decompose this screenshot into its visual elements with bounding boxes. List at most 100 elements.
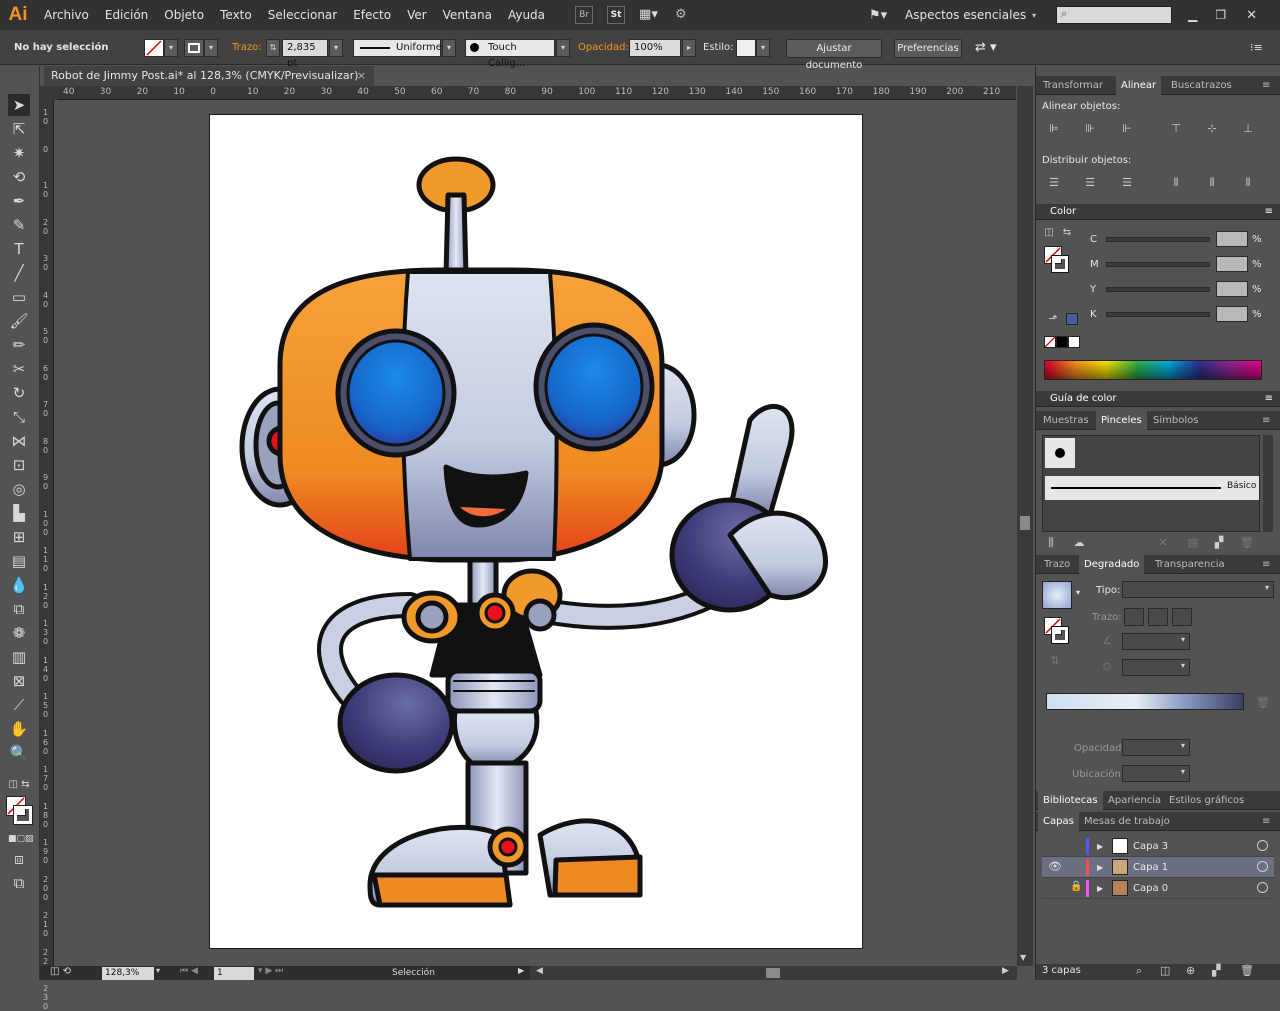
pencil-tool-icon[interactable]: ✏ xyxy=(8,334,30,356)
gradient-type-select[interactable]: ▾ xyxy=(1122,581,1274,598)
shape-builder-tool-icon[interactable]: ◎ xyxy=(8,478,30,500)
gpu-performance-icon[interactable]: ⚙ xyxy=(675,6,699,24)
zoom-input[interactable]: 128,3% xyxy=(102,967,154,980)
tab-mesas-de-trabajo[interactable]: Mesas de trabajo xyxy=(1084,812,1170,831)
calligraphic-brush-thumb[interactable] xyxy=(1045,438,1075,468)
vertical-scrollbar[interactable]: ▼ xyxy=(1017,86,1033,966)
brush-definition[interactable]: Touch Callig... xyxy=(465,39,555,69)
tab-trazo[interactable]: Trazo xyxy=(1044,555,1070,574)
layer-target-icon[interactable] xyxy=(1257,861,1268,872)
distribute-top-icon[interactable]: ☰ xyxy=(1047,176,1061,190)
lock-icon[interactable]: 🔒 xyxy=(1070,881,1082,892)
tab-transparencia[interactable]: Transparencia xyxy=(1155,555,1225,574)
preferences-button[interactable]: Preferencias xyxy=(894,39,962,58)
stroke-color-icon[interactable] xyxy=(13,805,33,825)
profile-dropdown[interactable]: ▾ xyxy=(442,39,456,57)
opacity-label[interactable]: Opacidad: xyxy=(578,30,629,65)
fill-swatch[interactable] xyxy=(144,39,164,57)
gradient-stroke-along-button[interactable] xyxy=(1148,608,1168,626)
status-menu-icon[interactable]: ▶ xyxy=(518,966,524,975)
status-icons[interactable]: ◫ ⟲ xyxy=(50,966,71,977)
gradient-opacity-input[interactable]: ▾ xyxy=(1122,739,1190,756)
paintbrush-tool-icon[interactable]: 🖌 xyxy=(8,310,30,332)
scroll-left-icon[interactable]: ◀ xyxy=(536,966,543,976)
hand-tool-icon[interactable]: ✋ xyxy=(8,718,30,740)
brush-libraries-icon[interactable]: ⫼ xyxy=(1044,536,1058,550)
gradient-angle-input[interactable]: ▾ xyxy=(1122,633,1190,650)
layer-row[interactable]: ▶ Capa 3 xyxy=(1042,836,1274,857)
close-window-icon[interactable]: ✕ xyxy=(1246,8,1257,23)
menu-objeto[interactable]: Objeto xyxy=(156,0,212,30)
eyedropper-tool-icon[interactable]: 💧 xyxy=(8,574,30,596)
layer-name[interactable]: Capa 3 xyxy=(1133,836,1168,857)
menu-edicion[interactable]: Edición xyxy=(97,0,156,30)
yellow-slider[interactable] xyxy=(1106,287,1210,292)
align-right-icon[interactable]: ⊩ xyxy=(1120,122,1134,136)
graphic-style-swatch[interactable] xyxy=(736,39,756,57)
stroke-weight-input[interactable]: 2,835 pt xyxy=(282,39,328,69)
color-spectrum-ramp[interactable] xyxy=(1044,360,1262,380)
drawing-mode-icon[interactable]: ⧈ xyxy=(8,848,30,870)
layers-panel-menu-icon[interactable]: ≡ xyxy=(1262,812,1270,831)
horizontal-scroll-thumb[interactable] xyxy=(766,968,780,978)
layer-name[interactable]: Capa 0 xyxy=(1133,878,1168,899)
layer-expand-icon[interactable]: ▶ xyxy=(1097,878,1103,899)
document-tab[interactable]: Robot de Jimmy Post.ai* al 128,3% (CMYK/… xyxy=(44,66,374,86)
black-slider[interactable] xyxy=(1106,312,1210,317)
brush-dropdown[interactable]: ▾ xyxy=(556,39,570,57)
vertical-scroll-thumb[interactable] xyxy=(1020,516,1030,530)
yellow-value-input[interactable] xyxy=(1216,281,1248,297)
brush-panel-menu-icon[interactable]: ≡ xyxy=(1262,411,1270,430)
stroke-weight-dropdown[interactable]: ▾ xyxy=(329,39,343,57)
sync-icon[interactable]: ⚑▾ xyxy=(869,8,891,23)
layer-name[interactable]: Capa 1 xyxy=(1133,857,1168,878)
symbol-sprayer-tool-icon[interactable]: ❁ xyxy=(8,622,30,644)
distribute-hcenter-icon[interactable]: ⫴ xyxy=(1205,176,1219,190)
artboard-nav-prev-icon[interactable]: ⏮ ◀ xyxy=(180,966,198,976)
artboard-number-input[interactable]: 1 xyxy=(214,967,254,980)
menu-ayuda[interactable]: Ayuda xyxy=(500,0,553,30)
align-vcenter-icon[interactable]: ⊹ xyxy=(1205,122,1219,136)
selection-tool-icon[interactable]: ➤ xyxy=(8,94,30,116)
magic-wand-tool-icon[interactable]: ✷ xyxy=(8,142,30,164)
scroll-right-icon[interactable]: ▶ xyxy=(1002,966,1009,976)
color-panel-menu-icon[interactable]: ≡ xyxy=(1265,204,1273,220)
free-transform-tool-icon[interactable]: ⊡ xyxy=(8,454,30,476)
blend-tool-icon[interactable]: ⧉ xyxy=(8,598,30,620)
ruler-origin[interactable] xyxy=(40,86,58,100)
basic-brush-row[interactable]: Básico xyxy=(1045,476,1259,500)
close-tab-icon[interactable]: × xyxy=(357,66,366,86)
artboard-tool-icon[interactable]: ⊠ xyxy=(8,670,30,692)
gradient-tool-icon[interactable]: ▤ xyxy=(8,550,30,572)
tab-degradado[interactable]: Degradado xyxy=(1079,555,1145,574)
arrange-documents-icon[interactable]: ▦▾ xyxy=(639,6,669,24)
stock-button[interactable]: St xyxy=(607,6,626,24)
delete-gradient-stop-icon[interactable]: 🗑 xyxy=(1256,696,1270,710)
gradient-panel-menu-icon[interactable]: ≡ xyxy=(1262,555,1270,574)
menu-ventana[interactable]: Ventana xyxy=(435,0,500,30)
stroke-dropdown[interactable]: ▾ xyxy=(204,39,218,57)
gradient-stroke-within-button[interactable] xyxy=(1124,608,1144,626)
search-input[interactable]: ⌕ xyxy=(1056,6,1173,24)
artboard[interactable] xyxy=(209,114,863,949)
minimize-icon[interactable]: ▁ xyxy=(1188,8,1197,22)
layer-expand-icon[interactable]: ▶ xyxy=(1097,857,1103,878)
default-fill-stroke-icon[interactable]: ◫ xyxy=(1042,226,1056,240)
zoom-tool-icon[interactable]: 🔍 xyxy=(8,742,30,764)
tab-estilos-graficos[interactable]: Estilos gráficos xyxy=(1169,791,1244,810)
black-value-input[interactable] xyxy=(1216,306,1248,322)
scale-tool-icon[interactable]: ⤡ xyxy=(8,406,30,428)
stroke-swatch[interactable] xyxy=(184,39,204,57)
tab-alinear[interactable]: Alinear xyxy=(1116,76,1162,95)
remove-brush-stroke-icon[interactable]: ✕ xyxy=(1156,536,1170,550)
new-layer-icon[interactable]: ▞ xyxy=(1212,964,1220,977)
cyan-slider[interactable] xyxy=(1106,237,1210,242)
reverse-gradient-icon[interactable]: ⇅ xyxy=(1048,654,1062,668)
layer-target-icon[interactable] xyxy=(1257,840,1268,851)
brush-options-icon[interactable]: ▤ xyxy=(1186,536,1200,550)
none-swatch[interactable] xyxy=(1044,336,1056,348)
menu-texto[interactable]: Texto xyxy=(212,0,260,30)
slice-tool-icon[interactable]: ⟋ xyxy=(8,694,30,716)
menu-ver[interactable]: Ver xyxy=(399,0,435,30)
column-graph-tool-icon[interactable]: ▥ xyxy=(8,646,30,668)
